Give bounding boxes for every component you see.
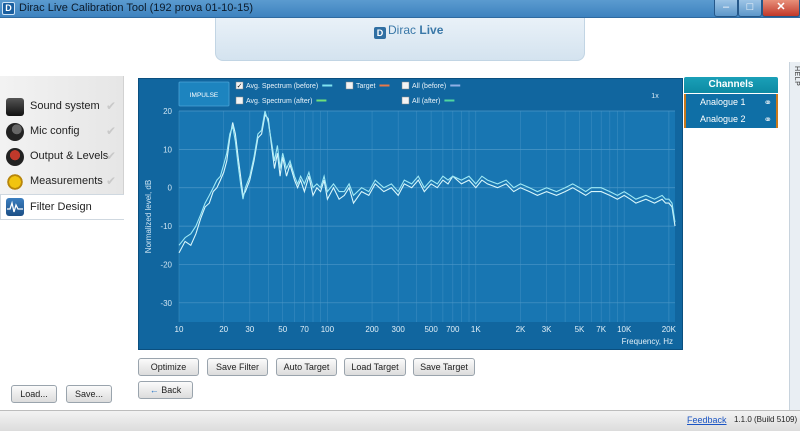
sidebar: Sound system ✔ Mic config ✔ Output & Lev… bbox=[0, 76, 124, 410]
save-target-button[interactable]: Save Target bbox=[413, 358, 475, 376]
x-tick-label: 100 bbox=[321, 325, 335, 334]
y-tick-label: -10 bbox=[160, 222, 172, 231]
link-icon[interactable]: ⚭ bbox=[764, 95, 772, 112]
feedback-link[interactable]: Feedback bbox=[687, 415, 727, 425]
legend-label: Target bbox=[356, 83, 376, 90]
back-label: Back bbox=[161, 385, 182, 395]
help-strip: HELP bbox=[789, 62, 800, 410]
x-tick-label: 700 bbox=[446, 325, 460, 334]
measuring-tape-icon bbox=[6, 173, 24, 191]
check-icon: ✓ bbox=[237, 82, 243, 90]
sidebar-item-label: Sound system bbox=[30, 100, 100, 112]
save-button[interactable]: Save... bbox=[66, 385, 112, 403]
frequency-response-chart[interactable]: 20 10 0 -10 -20 -30 10 20 30 50 70 100 200 300 500 700 1… bbox=[138, 78, 683, 350]
check-icon: ✔ bbox=[105, 124, 116, 138]
legend-checkbox[interactable] bbox=[401, 96, 410, 105]
check-icon: ✔ bbox=[105, 149, 116, 163]
legend-checkbox[interactable] bbox=[235, 96, 244, 105]
logo-dirac-text: Dirac bbox=[388, 23, 417, 37]
legend-label: Avg. Spectrum (after) bbox=[246, 98, 312, 105]
channel-label: Analogue 2 bbox=[700, 114, 746, 124]
legend-checkbox[interactable] bbox=[345, 81, 354, 90]
x-tick-label: 200 bbox=[365, 325, 379, 334]
save-filter-button[interactable]: Save Filter bbox=[207, 358, 268, 376]
x-tick-label: 10 bbox=[175, 325, 184, 334]
sidebar-item-filter-design[interactable]: Filter Design bbox=[0, 194, 124, 220]
back-arrow-icon: ← bbox=[149, 385, 159, 395]
y-axis-label: Normalized level, dB bbox=[144, 180, 153, 253]
minimize-button[interactable]: – bbox=[714, 0, 738, 17]
logo-panel: D Dirac Live bbox=[215, 18, 585, 61]
level-knob-icon bbox=[6, 148, 24, 166]
channel-label: Analogue 1 bbox=[700, 97, 746, 107]
x-tick-label: 70 bbox=[300, 325, 309, 334]
check-icon: ✔ bbox=[105, 99, 116, 113]
legend-label: All (after) bbox=[412, 98, 440, 105]
channel-analogue-1[interactable]: Analogue 1 ⚭ bbox=[684, 94, 778, 111]
speaker-icon bbox=[6, 98, 24, 116]
x-tick-label: 20 bbox=[219, 325, 228, 334]
y-tick-label: -30 bbox=[160, 299, 172, 308]
window-titlebar: D Dirac Live Calibration Tool (192 prova… bbox=[0, 0, 800, 18]
x-axis-label: Frequency, Hz bbox=[622, 337, 673, 346]
dirac-live-logo: D Dirac Live bbox=[374, 23, 443, 39]
status-bar: Feedback 1.1.0 (Build 5109) bbox=[0, 410, 800, 431]
sidebar-item-label: Measurements bbox=[30, 175, 103, 187]
close-button[interactable]: ✕ bbox=[762, 0, 800, 17]
sidebar-item-output-levels[interactable]: Output & Levels ✔ bbox=[2, 145, 122, 169]
app-header: D Dirac Live bbox=[0, 18, 800, 74]
logo-live-text: Live bbox=[419, 23, 444, 37]
sidebar-item-mic-config[interactable]: Mic config ✔ bbox=[2, 120, 122, 144]
x-tick-label: 10K bbox=[617, 325, 632, 334]
x-tick-label: 7K bbox=[596, 325, 606, 334]
window-title: Dirac Live Calibration Tool (192 prova 0… bbox=[19, 2, 253, 14]
link-icon[interactable]: ⚭ bbox=[764, 112, 772, 129]
back-button[interactable]: ← Back bbox=[138, 381, 193, 399]
legend-label: All (before) bbox=[412, 83, 446, 90]
version-label: 1.1.0 (Build 5109) bbox=[734, 415, 798, 424]
x-tick-label: 300 bbox=[392, 325, 406, 334]
x-tick-label: 30 bbox=[245, 325, 254, 334]
x-tick-label: 50 bbox=[278, 325, 287, 334]
legend-label: Avg. Spectrum (before) bbox=[246, 83, 318, 90]
load-target-button[interactable]: Load Target bbox=[344, 358, 406, 376]
zoom-level: 1x bbox=[651, 93, 659, 100]
x-tick-label: 3K bbox=[542, 325, 552, 334]
y-tick-label: 0 bbox=[168, 184, 173, 193]
help-tab[interactable]: HELP bbox=[790, 66, 800, 86]
y-tick-label: -20 bbox=[160, 260, 172, 269]
sidebar-item-label: Filter Design bbox=[30, 201, 92, 213]
chart-svg: 20100-10-20-3010 20 30 50 70 100 200 300 500 700 1… bbox=[144, 81, 677, 346]
channels-header: Channels bbox=[684, 77, 778, 93]
x-tick-label: 20K bbox=[662, 325, 677, 334]
dirac-logo-icon: D bbox=[374, 27, 386, 39]
check-icon: ✔ bbox=[105, 174, 116, 188]
app-icon: D bbox=[2, 2, 15, 15]
y-tick-label: 10 bbox=[163, 145, 172, 154]
auto-target-button[interactable]: Auto Target bbox=[276, 358, 337, 376]
sidebar-item-label: Mic config bbox=[30, 125, 80, 137]
legend-checkbox[interactable] bbox=[401, 81, 410, 90]
x-tick-label: 500 bbox=[424, 325, 438, 334]
waveform-icon bbox=[6, 198, 24, 216]
channel-analogue-2[interactable]: Analogue 2 ⚭ bbox=[684, 111, 778, 128]
impulse-button-label: IMPULSE bbox=[190, 92, 219, 99]
microphone-icon bbox=[6, 123, 24, 141]
sidebar-item-sound-system[interactable]: Sound system ✔ bbox=[2, 95, 122, 119]
sidebar-item-measurements[interactable]: Measurements ✔ bbox=[2, 170, 122, 194]
sidebar-item-label: Output & Levels bbox=[30, 150, 109, 162]
y-tick-label: 20 bbox=[163, 107, 172, 116]
optimize-button[interactable]: Optimize bbox=[138, 358, 199, 376]
load-button[interactable]: Load... bbox=[11, 385, 57, 403]
maximize-button[interactable]: □ bbox=[738, 0, 762, 17]
x-tick-label: 5K bbox=[575, 325, 585, 334]
x-tick-label: 2K bbox=[516, 325, 526, 334]
x-tick-label: 1K bbox=[471, 325, 481, 334]
plot-area bbox=[179, 111, 675, 322]
